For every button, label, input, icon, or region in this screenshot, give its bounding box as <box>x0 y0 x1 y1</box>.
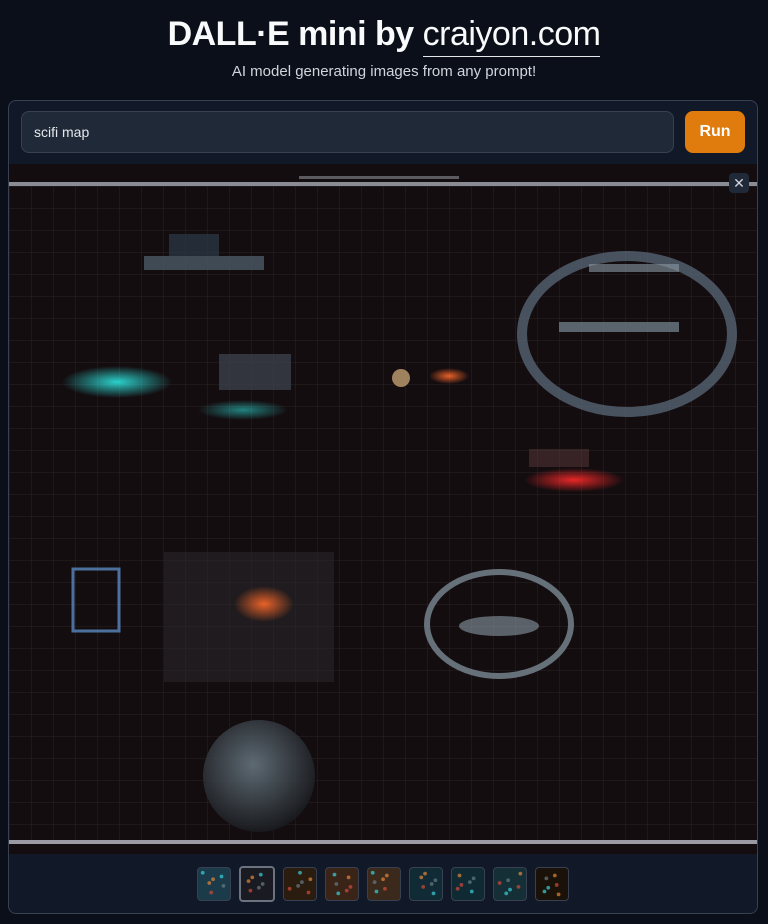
page-subtitle: AI model generating images from any prom… <box>231 63 537 80</box>
thumbnail[interactable] <box>535 867 569 901</box>
generated-image <box>9 164 757 854</box>
prompt-row: Run <box>21 111 745 155</box>
craiyon-link[interactable]: craiyon.com <box>422 16 601 57</box>
main-panel: Run <box>8 100 758 914</box>
thumbnail[interactable] <box>325 867 359 901</box>
image-gallery: ✕ <box>9 164 757 854</box>
prompt-input[interactable] <box>21 111 674 153</box>
run-button[interactable]: Run <box>685 111 745 153</box>
thumbnail[interactable] <box>239 866 275 902</box>
thumbnail[interactable] <box>283 867 317 901</box>
page-title: DALL·E mini by craiyon.com <box>0 12 768 57</box>
page-header: DALL·E mini by craiyon.com AI model gene… <box>0 0 768 86</box>
thumbnail[interactable] <box>451 867 485 901</box>
thumbnail[interactable] <box>493 867 527 901</box>
thumbnail[interactable] <box>409 867 443 901</box>
title-text: DALL·E mini by <box>167 15 415 53</box>
thumbnail[interactable] <box>367 867 401 901</box>
thumbnail-strip <box>9 854 757 913</box>
thumbnail[interactable] <box>197 867 231 901</box>
close-icon[interactable]: ✕ <box>729 173 749 193</box>
